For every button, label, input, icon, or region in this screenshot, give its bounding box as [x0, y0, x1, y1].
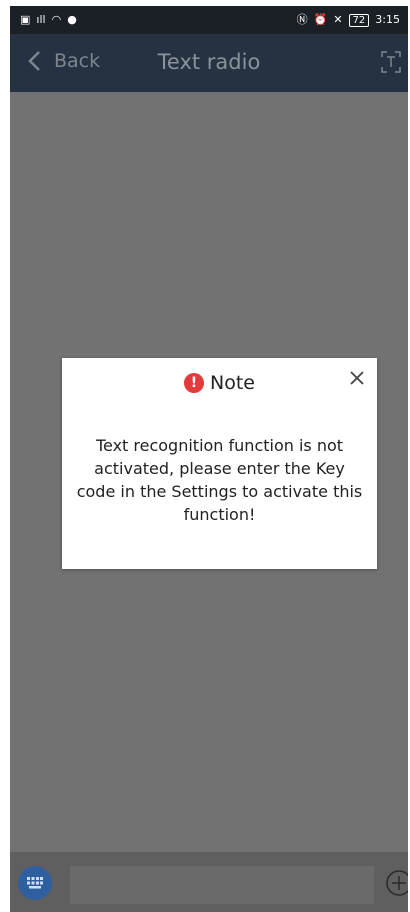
hd-icon: ▣ — [20, 13, 31, 26]
status-time: 3:15 — [375, 13, 400, 26]
keyboard-button[interactable] — [18, 866, 52, 900]
alarm-icon: ⏰ — [313, 13, 328, 26]
status-right: Ⓝ ⏰ ✕ 72 3:15 — [297, 13, 400, 27]
header: Back Text radio — [10, 34, 408, 92]
signal-icon: ıll — [36, 13, 46, 26]
dialog-title-text: Note — [210, 372, 255, 394]
status-bar: ▣ ıll ◠ ● Ⓝ ⏰ ✕ 72 3:15 — [10, 6, 408, 34]
app-screen: ▣ ıll ◠ ● Ⓝ ⏰ ✕ 72 3:15 Back Text radio — [10, 6, 408, 912]
dialog-title: ! Note — [62, 372, 377, 394]
nfc-icon: Ⓝ — [296, 13, 308, 26]
app-notification-icon: ● — [67, 13, 77, 26]
page-title: Text radio — [157, 50, 261, 74]
bottom-bar — [10, 852, 408, 912]
warning-icon: ! — [184, 373, 204, 393]
battery-icon: 72 — [348, 13, 370, 27]
plus-icon[interactable] — [384, 868, 408, 898]
status-left: ▣ ıll ◠ ● — [20, 13, 77, 27]
close-icon[interactable] — [349, 370, 365, 386]
mute-icon: ✕ — [333, 13, 343, 26]
keyboard-icon — [27, 877, 43, 889]
wifi-icon: ◠ — [51, 13, 62, 26]
message-input[interactable] — [70, 866, 374, 904]
note-dialog: ! Note Text recognition function is not … — [62, 358, 377, 569]
dialog-message: Text recognition function is not activat… — [76, 436, 363, 524]
text-scan-icon[interactable] — [380, 50, 402, 74]
